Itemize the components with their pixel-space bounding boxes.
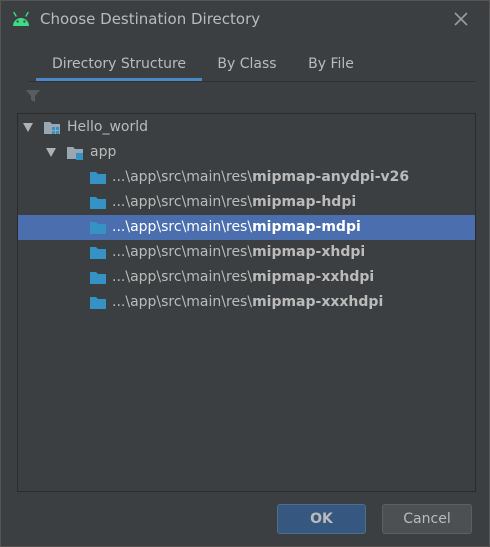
tree-item-mipmap-mdpi[interactable]: ...\app\src\main\res\mipmap-mdpi: [18, 215, 475, 240]
tree-item-mipmap-xhdpi[interactable]: ...\app\src\main\res\mipmap-xhdpi: [18, 240, 475, 265]
folder-icon: [90, 297, 106, 309]
directory-tree[interactable]: Hello_world app ...\app\src\main\res\mip…: [17, 113, 476, 492]
project-folder-icon: [44, 122, 60, 134]
folder-name: mipmap-xhdpi: [252, 244, 366, 260]
tree-node-label: Hello_world: [67, 119, 149, 135]
tab-divider: [28, 81, 476, 82]
tree-item-mipmap-xxxhdpi[interactable]: ...\app\src\main\res\mipmap-xxxhdpi: [18, 290, 475, 315]
module-folder-icon: [67, 147, 83, 160]
title-bar: Choose Destination Directory: [1, 1, 489, 37]
tab-by-class[interactable]: By Class: [214, 47, 280, 81]
filter-icon[interactable]: [25, 89, 41, 103]
ok-button[interactable]: OK: [277, 504, 366, 534]
tree-node-project[interactable]: Hello_world: [18, 115, 475, 140]
folder-name: mipmap-xxxhdpi: [252, 294, 384, 310]
dialog-title: Choose Destination Directory: [40, 10, 261, 28]
folder-name: mipmap-hdpi: [252, 194, 357, 210]
tree-item-mipmap-anydpi-v26[interactable]: ...\app\src\main\res\mipmap-anydpi-v26: [18, 165, 475, 190]
expand-arrow-icon[interactable]: [23, 123, 33, 132]
folder-icon: [90, 172, 106, 184]
expand-arrow-icon[interactable]: [46, 148, 56, 157]
tab-bar: Directory Structure By Class By File: [28, 47, 476, 81]
folder-icon: [90, 222, 106, 234]
path-prefix: ...\app\src\main\res\: [112, 169, 253, 185]
android-icon: [13, 11, 29, 26]
folder-name: mipmap-xxhdpi: [252, 269, 375, 285]
path-prefix: ...\app\src\main\res\: [112, 194, 253, 210]
folder-icon: [90, 197, 106, 209]
folder-name: mipmap-mdpi: [252, 219, 361, 235]
tab-directory-structure[interactable]: Directory Structure: [36, 47, 202, 81]
path-prefix: ...\app\src\main\res\: [112, 269, 253, 285]
tree-item-mipmap-xxhdpi[interactable]: ...\app\src\main\res\mipmap-xxhdpi: [18, 265, 475, 290]
close-icon[interactable]: [452, 10, 470, 28]
tree-node-module[interactable]: app: [18, 140, 475, 165]
choose-destination-dialog: Choose Destination Directory Directory S…: [0, 0, 490, 547]
path-prefix: ...\app\src\main\res\: [112, 244, 253, 260]
folder-icon: [90, 247, 106, 259]
cancel-button[interactable]: Cancel: [382, 504, 472, 534]
path-prefix: ...\app\src\main\res\: [112, 219, 253, 235]
tree-item-mipmap-hdpi[interactable]: ...\app\src\main\res\mipmap-hdpi: [18, 190, 475, 215]
folder-icon: [90, 272, 106, 284]
folder-name: mipmap-anydpi-v26: [252, 169, 410, 185]
tree-node-label: app: [90, 144, 117, 160]
tab-by-file[interactable]: By File: [303, 47, 359, 81]
path-prefix: ...\app\src\main\res\: [112, 294, 253, 310]
